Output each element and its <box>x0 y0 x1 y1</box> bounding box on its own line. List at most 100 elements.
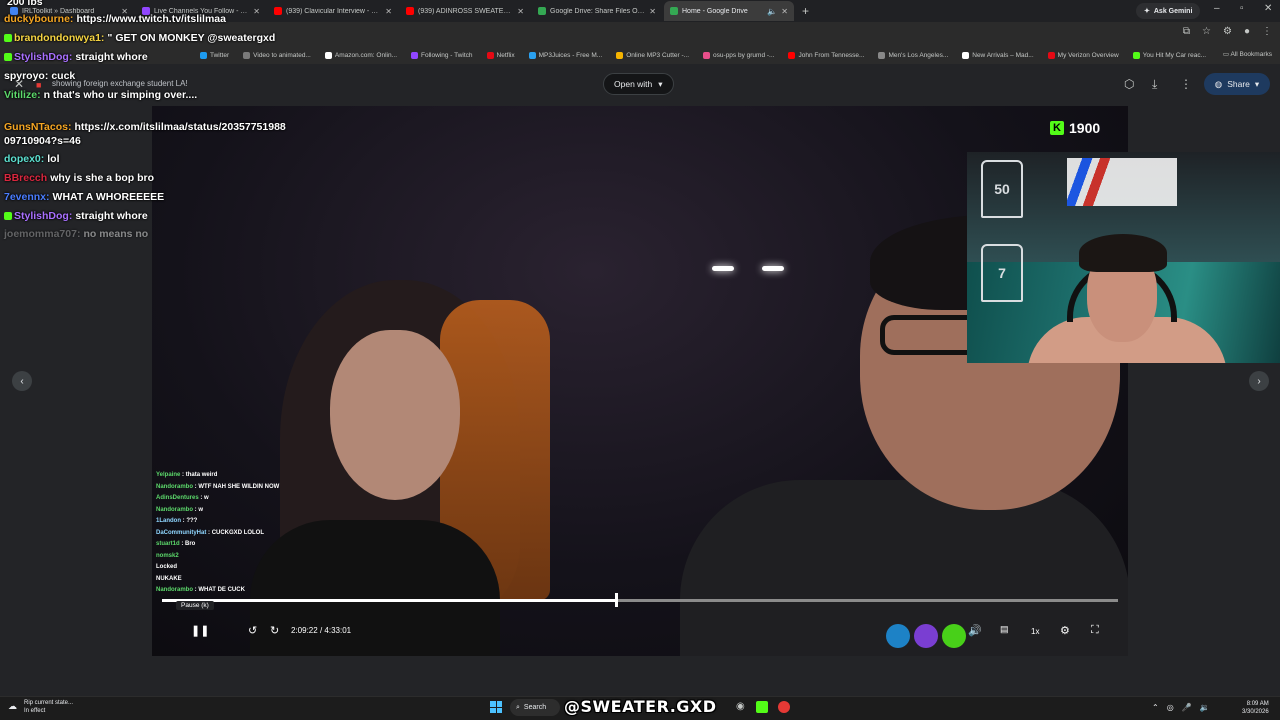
chat-text: w <box>198 506 204 513</box>
bookmark-my-verizon[interactable]: My Verizon Overview <box>1047 51 1119 59</box>
chat-username: BBrecch <box>4 172 48 184</box>
minimize-icon[interactable]: – <box>1214 3 1220 14</box>
bookmark-favicon <box>878 51 886 59</box>
network-icon[interactable]: ◎ <box>1167 703 1174 712</box>
close-icon[interactable]: ✕ <box>253 7 260 16</box>
kick-logo-icon: K <box>1050 121 1064 135</box>
bookmark-netflix[interactable]: Netflix <box>486 51 515 59</box>
forward-icon[interactable]: ↻ <box>270 624 279 637</box>
download-icon[interactable]: ⤓ <box>1152 77 1157 92</box>
bookmark-favicon <box>243 51 251 59</box>
settings-icon[interactable]: ⚙ <box>1060 624 1070 637</box>
chat-message: 09710904?s=46 <box>4 135 81 147</box>
record-app-icon[interactable] <box>778 701 790 713</box>
ask-gemini-button[interactable]: ✦ Ask Gemini <box>1136 3 1201 19</box>
rewind-icon[interactable]: ↺ <box>248 624 257 637</box>
next-file-button[interactable]: › <box>1249 371 1269 391</box>
chevron-up-icon[interactable]: ⌃ <box>1152 703 1159 712</box>
bookmark-mp3-cutter[interactable]: Online MP3 Cutter -... <box>616 51 690 59</box>
install-icon[interactable]: ⧉ <box>1183 26 1190 37</box>
taskbar-search[interactable]: ⌕ Search <box>510 699 560 716</box>
tooltip: Pause (k) <box>176 601 214 610</box>
bookmark-osu-pps[interactable]: osu-pps by grumd -... <box>703 51 774 59</box>
mic-icon[interactable]: 🎤 <box>1182 703 1192 712</box>
bookmark-favicon <box>962 51 970 59</box>
jersey-frame: 50 <box>981 160 1023 218</box>
bookmark-favicon <box>616 51 624 59</box>
chat-username: StylishDog: <box>14 210 73 222</box>
chat-line: spyroyo: cuck <box>4 70 75 82</box>
close-icon[interactable]: ✕ <box>649 7 656 16</box>
bookmark-following-twitch[interactable]: Following - Twitch <box>411 51 473 59</box>
chat-text: thata weird <box>185 472 218 478</box>
in-video-chat-line: AdinsDentures : w <box>156 495 209 501</box>
twitter-icon <box>886 624 910 648</box>
bookmarks-bar: Twitter Video to animated... Amazon.com:… <box>0 46 1280 64</box>
seek-handle[interactable] <box>615 593 619 607</box>
previous-file-button[interactable]: ‹ <box>12 371 32 391</box>
bookmark-mp3juices[interactable]: MP3Juices - Free M... <box>528 51 602 59</box>
screen: IRLToolkit » Dashboard ✕ Live Channels Yo… <box>0 0 1280 720</box>
in-video-chat-line: 1Landon : ??? <box>156 518 198 524</box>
bookmark-favicon <box>324 51 332 59</box>
chat-user: DaCommunityHat <box>156 529 207 536</box>
in-video-chat-line: Locked <box>156 562 376 574</box>
chat-message: no means no <box>83 228 149 240</box>
chrome-icon[interactable]: ◉ <box>736 701 745 712</box>
weather-icon[interactable]: ☁ <box>8 701 17 712</box>
more-options-icon[interactable]: ⋮ <box>1180 77 1192 91</box>
maximize-icon[interactable]: ▫ <box>1240 3 1244 14</box>
playback-speed[interactable]: 1x <box>1031 627 1039 636</box>
captions-icon[interactable]: ▤ <box>1000 624 1009 635</box>
taskbar-clock[interactable]: 8:09 AM 3/30/2026 <box>1242 700 1269 716</box>
windows-logo-quad <box>496 701 502 707</box>
start-button[interactable] <box>490 701 502 713</box>
extensions-icon[interactable]: ⚙ <box>1223 26 1232 37</box>
share-button[interactable]: ◍ Share ▾ <box>1204 73 1270 95</box>
bookmark-twitter[interactable]: Twitter <box>200 51 229 59</box>
in-video-chat-line: Nandorambo : w <box>156 506 204 513</box>
bookmark-label: New Arrivals – Mad... <box>972 51 1034 59</box>
chat-user: stuart1d <box>156 541 180 547</box>
weather-notice[interactable]: Rip current state... In effect <box>24 699 73 715</box>
bookmark-label: Online MP3 Cutter -... <box>626 51 690 59</box>
time-total: 4:33:01 <box>324 626 352 635</box>
add-to-drive-icon[interactable]: ⬡ <box>1124 77 1134 91</box>
open-with-button[interactable]: Open with ▾ <box>603 73 674 95</box>
time-display: 2:09:22 / 4:33:01 <box>291 626 351 635</box>
bookmark-john-from-tennessee[interactable]: John From Tennesse... <box>788 51 864 59</box>
bookmark-amazon[interactable]: Amazon.com: Onlin... <box>324 51 397 59</box>
chat-message: why is she a bop bro <box>50 172 155 184</box>
in-video-chat-line: Nandorambo : WHAT DE CUCK <box>156 587 245 593</box>
close-icon[interactable]: ✕ <box>781 7 788 16</box>
chat-line: duckybourne: https://www.twitch.tv/itslil… <box>4 13 226 25</box>
tab-drive-share[interactable]: Google Drive: Share Files Online ✕ <box>532 1 662 21</box>
star-icon[interactable]: ☆ <box>1202 26 1211 37</box>
close-icon[interactable]: ✕ <box>385 7 392 16</box>
bookmark-new-arrivals[interactable]: New Arrivals – Mad... <box>962 51 1034 59</box>
all-bookmarks-button[interactable]: ▭ All Bookmarks <box>1223 50 1272 58</box>
toolbar-icons: ⧉ ☆ ⚙ ● ⋮ <box>1183 26 1272 37</box>
bookmark-mens-los-angeles[interactable]: Men's Los Angeles... <box>878 51 948 59</box>
speaker-icon[interactable]: 🔈 <box>767 7 777 16</box>
clock-time: 8:09 AM <box>1246 701 1269 707</box>
close-window-icon[interactable]: ✕ <box>1264 3 1272 14</box>
volume-icon[interactable]: 🔊 <box>968 624 982 637</box>
fullscreen-icon[interactable]: ⛶ <box>1091 624 1099 637</box>
bookmark-video-to-animated[interactable]: Video to animated... <box>243 51 311 59</box>
menu-icon[interactable]: ⋮ <box>1262 26 1272 37</box>
seek-bar[interactable] <box>162 593 1118 607</box>
tab-title: Google Drive: Share Files Online <box>550 7 646 15</box>
pause-icon[interactable]: ❚❚ <box>191 624 209 637</box>
chat-line: StylishDog: straight whore <box>4 210 148 222</box>
tab-youtube-clavicular[interactable]: (939) Clavicular Interview - YouTube ✕ <box>268 1 398 21</box>
profile-icon[interactable]: ● <box>1244 26 1250 37</box>
speaker-icon[interactable]: 🔉 <box>1200 703 1210 712</box>
close-icon[interactable]: ✕ <box>517 7 524 16</box>
notice-title: Rip current state... <box>24 700 74 706</box>
kick-app-icon[interactable] <box>756 701 768 713</box>
tab-youtube-adinross[interactable]: (939) ADINROSS SWEATERGXD ✕ <box>400 1 530 21</box>
tab-drive-home[interactable]: Home - Google Drive 🔈 ✕ <box>664 1 794 21</box>
bookmark-you-hit-my-car[interactable]: You Hit My Car reac... <box>1132 51 1206 59</box>
new-tab-button[interactable]: + <box>796 4 815 18</box>
